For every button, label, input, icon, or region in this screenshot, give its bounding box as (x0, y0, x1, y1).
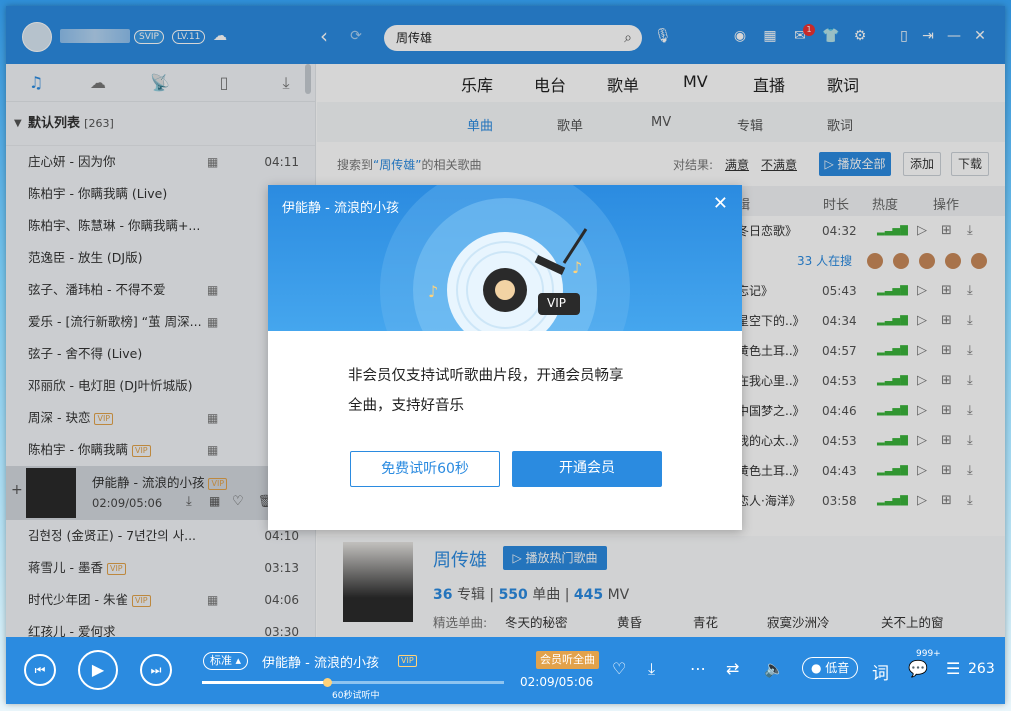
dialog-message: 非会员仅支持试听歌曲片段，开通会员畅享 全曲，支持好音乐 (348, 361, 668, 421)
playlist-icon[interactable]: ☰ (946, 659, 960, 678)
free-trial-button[interactable]: 免费试听60秒 (350, 451, 500, 487)
heart-icon[interactable]: ♡ (612, 659, 626, 678)
message-line-2: 全曲，支持好音乐 (348, 398, 464, 414)
loop-icon[interactable]: ⇄ (726, 659, 739, 678)
quality-selector[interactable]: 标准 ▴ (203, 652, 249, 670)
full-song-button[interactable]: 会员听全曲 (536, 651, 599, 669)
player-bar: ⏮ ▶ ⏭ 标准 ▴ 伊能静 - 流浪的小孩 VIP 会员听全曲 60秒试听中 … (6, 637, 1005, 704)
playlist-count: 263 (968, 661, 995, 677)
next-icon[interactable]: ⏭ (140, 654, 172, 686)
quality-label: 标准 (210, 654, 232, 667)
dialog-header: 伊能静 - 流浪的小孩 ✕ ♪ ♪ VIP (268, 185, 742, 331)
trial-hint: 60秒试听中 (332, 691, 380, 701)
open-vip-button[interactable]: 开通会员 (512, 451, 662, 487)
lyrics-button[interactable]: 词 (872, 659, 889, 684)
vip-dialog: 伊能静 - 流浪的小孩 ✕ ♪ ♪ VIP 非会员仅支持试听歌曲片段，开通会员畅… (268, 185, 742, 530)
progress-bar[interactable] (202, 678, 504, 687)
play-icon[interactable]: ▶ (78, 650, 118, 690)
player-song-title: 伊能静 - 流浪的小孩 (262, 656, 379, 671)
progress-fill (202, 681, 329, 684)
download-icon[interactable]: ⤓ (648, 659, 655, 679)
vip-badge: VIP (398, 655, 417, 667)
svg-text:♪: ♪ (428, 282, 438, 301)
more-icon[interactable]: ⋯ (690, 659, 706, 678)
low-quality-toggle[interactable]: ● 低音 (802, 657, 859, 679)
previous-icon[interactable]: ⏮ (24, 654, 56, 686)
svg-text:♪: ♪ (572, 258, 582, 277)
comment-count: 999+ (916, 649, 941, 659)
music-app-window: SVIP LV.11 ☁ ‹ ⟳ 周传雄 ⌕ 🎙 ◉ ▦ ✉ 1 👕 ⚙ ▯ ⇥… (6, 6, 1005, 704)
comment-icon[interactable]: 💬 (908, 659, 928, 678)
volume-icon[interactable]: 🔈 (764, 659, 784, 678)
player-time: 02:09/05:06 (520, 675, 594, 689)
vip-badge: VIP (547, 296, 566, 310)
low-quality-label: 低音 (825, 661, 850, 675)
message-line-1: 非会员仅支持试听歌曲片段，开通会员畅享 (348, 368, 624, 384)
progress-handle[interactable] (323, 678, 332, 687)
vinyl-illustration: ♪ ♪ (380, 185, 630, 331)
